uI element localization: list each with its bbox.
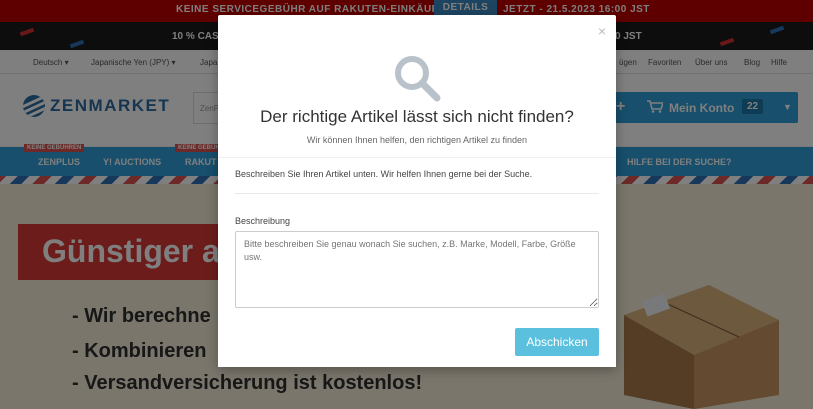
submit-button[interactable]: Abschicken	[515, 328, 599, 356]
search-help-modal: × Der richtige Artikel lässt sich nicht …	[218, 15, 616, 367]
divider	[235, 193, 599, 194]
modal-title: Der richtige Artikel lässt sich nicht fi…	[260, 107, 574, 126]
modal-intro: Beschreiben Sie Ihren Artikel unten. Wir…	[235, 169, 533, 179]
modal-subtitle: Wir können Ihnen helfen, den richtigen A…	[306, 135, 528, 145]
description-label: Beschreibung	[235, 216, 291, 226]
magnifier-icon	[395, 56, 441, 102]
close-icon[interactable]: ×	[598, 23, 606, 39]
description-textarea[interactable]	[235, 231, 599, 308]
